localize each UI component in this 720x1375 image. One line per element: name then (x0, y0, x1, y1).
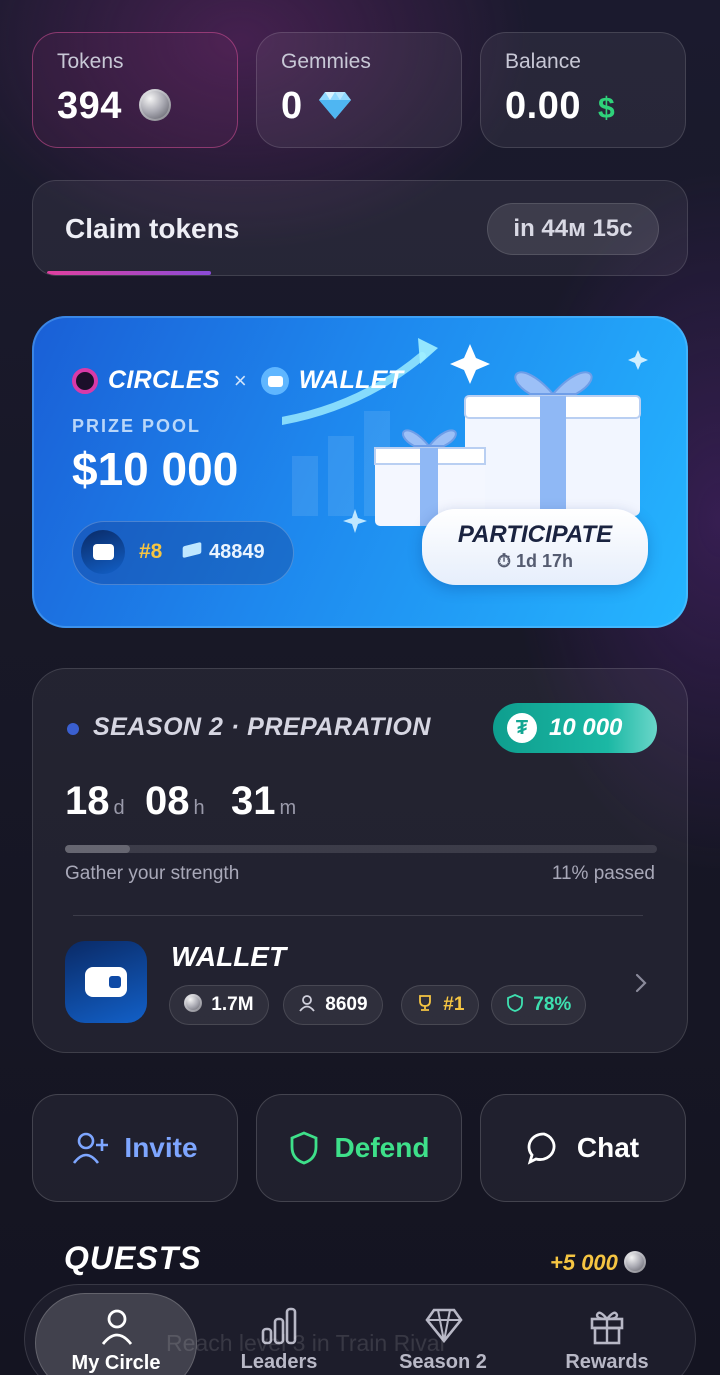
gift-icon (590, 1311, 624, 1345)
participate-timer-value: 1d 17h (516, 551, 574, 571)
season-progress-bar (65, 845, 657, 853)
wallet-avatar-icon (81, 530, 125, 574)
circles-brand: CIRCLES (108, 366, 220, 394)
quests-reward: +5 000 (550, 1250, 647, 1276)
nav-rewards-label: Rewards (565, 1351, 649, 1373)
shield-icon (507, 994, 523, 1013)
tokens-value: 394 (57, 85, 171, 128)
gift-boxes-icon (374, 344, 648, 526)
user-rank: #8 (139, 540, 163, 563)
participate-label: PARTICIPATE (457, 521, 613, 548)
ticket-icon (182, 541, 202, 559)
tokens-label: Tokens (57, 50, 124, 73)
claim-tokens-card[interactable]: Claim tokens in 44м 15с (32, 180, 688, 276)
claim-timer-badge: in 44м 15с (487, 203, 659, 255)
season-passed: 11% passed (551, 863, 655, 884)
claim-tokens-label: Claim tokens (65, 213, 240, 244)
ticket-count: 48849 (209, 541, 265, 563)
tokens-card[interactable]: Tokens 394 (32, 32, 238, 148)
add-user-icon (73, 1132, 109, 1164)
season-reward-value: 10 000 (549, 714, 623, 741)
tether-icon: ₮ (507, 713, 537, 743)
nav-rewards[interactable]: Rewards (527, 1285, 687, 1375)
wallet-team-logo-icon (65, 941, 147, 1023)
tokens-amount: 394 (57, 85, 122, 127)
countdown-hours: 08 h (145, 779, 205, 823)
team-name: WALLET (171, 941, 287, 972)
defend-label: Defend (334, 1132, 430, 1163)
participate-button[interactable]: PARTICIPATE ⏱ 1d 17h (422, 509, 648, 585)
balance-label: Balance (505, 50, 581, 73)
sparkle-icon (343, 509, 367, 533)
diamond-icon (318, 91, 351, 119)
countdown-minutes: 31 m (231, 779, 297, 823)
wallet-logo-icon (260, 366, 289, 395)
user-standing-pill[interactable]: #8 48849 (72, 521, 294, 585)
chat-label: Chat (576, 1132, 640, 1163)
gemmies-amount: 0 (281, 85, 303, 127)
divider (73, 915, 643, 916)
balance-amount: 0.00 (505, 85, 581, 127)
invite-button[interactable]: Invite (32, 1094, 238, 1202)
silver-coin-icon (184, 994, 202, 1013)
promo-brand-row: CIRCLES × WALLET (72, 366, 403, 395)
gemmies-value: 0 (281, 85, 352, 128)
gemmies-card[interactable]: Gemmies 0 (256, 32, 462, 148)
promo-banner[interactable]: CIRCLES × WALLET PRIZE POOL $10 000 #8 4… (32, 316, 688, 628)
participate-timer: ⏱ 1d 17h (422, 551, 648, 572)
person-icon (101, 1309, 133, 1345)
team-defense-chip: 78% (491, 985, 587, 1025)
prize-pool-value: $10 000 (72, 443, 239, 495)
defend-button[interactable]: Defend (256, 1094, 462, 1202)
balance-card[interactable]: Balance 0.00 $ (480, 32, 686, 148)
trophy-icon (419, 995, 431, 1012)
season-progress-fill (65, 845, 131, 853)
season-hint: Gather your strength (65, 863, 240, 884)
season-reward-badge: ₮ 10 000 (493, 703, 657, 753)
quests-title: QUESTS (64, 1240, 202, 1276)
status-dot-icon (67, 723, 79, 735)
prize-pool-label: PRIZE POOL (72, 416, 202, 436)
chat-button[interactable]: Chat (480, 1094, 686, 1202)
cross-sign: × (233, 367, 247, 393)
team-coins-chip: 1.7M (169, 985, 269, 1025)
silver-coin-icon (624, 1251, 647, 1274)
silver-coin-icon (138, 88, 171, 121)
person-icon (299, 995, 315, 1013)
countdown-days: 18 d (65, 779, 125, 823)
chat-bubble-icon (527, 1132, 556, 1165)
balance-value: 0.00 $ (505, 85, 615, 128)
season-card[interactable]: SEASON 2 · PREPARATION ₮ 10 000 18 d 08 h … (32, 668, 688, 1053)
gemmies-label: Gemmies (281, 50, 371, 73)
circles-logo-icon (72, 367, 98, 394)
quest-item-partial: Reach level 3 in Train Rival (166, 1330, 445, 1356)
shield-icon (290, 1131, 317, 1165)
invite-label: Invite (124, 1132, 198, 1163)
season-title: SEASON 2 · PREPARATION (93, 713, 431, 741)
dollar-icon: $ (598, 92, 616, 125)
claim-progress-bar (47, 271, 211, 275)
team-members-chip: 8609 (283, 985, 383, 1025)
wallet-brand: WALLET (298, 366, 404, 394)
chevron-right-icon[interactable] (633, 971, 649, 995)
team-rank-chip: #1 (401, 985, 480, 1025)
stopwatch-icon: ⏱ (496, 551, 511, 571)
